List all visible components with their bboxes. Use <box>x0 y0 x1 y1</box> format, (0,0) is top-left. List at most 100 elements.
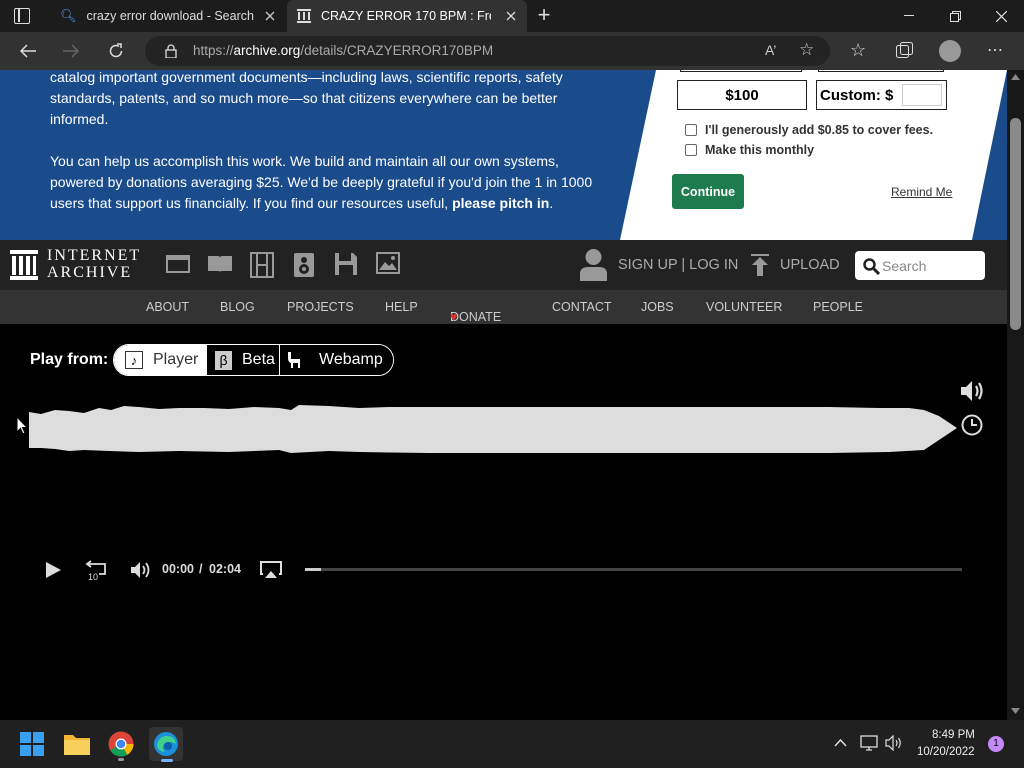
address-toolbar: https://archive.org/details/CRAZYERROR17… <box>0 32 1024 70</box>
nav-blog[interactable]: BLOG <box>220 300 255 314</box>
windows-taskbar: 8:49 PM 10/20/2022 1 <box>0 720 1024 768</box>
tab-title: crazy error download - Search <box>86 9 254 23</box>
start-windows-icon[interactable] <box>16 728 48 760</box>
nav-about[interactable]: ABOUT <box>146 300 189 314</box>
browser-tab-bar: 🔍︎ crazy error download - Search CRAZY E… <box>0 0 1024 32</box>
continue-button[interactable]: Continue <box>672 174 744 209</box>
texts-icon[interactable] <box>207 252 233 276</box>
custom-amount-input[interactable] <box>902 84 942 106</box>
nav-contact[interactable]: CONTACT <box>552 300 612 314</box>
images-icon[interactable] <box>376 252 400 274</box>
close-window-button[interactable] <box>978 0 1024 32</box>
current-time: 00:00 <box>162 562 194 576</box>
scrollbar-thumb[interactable] <box>1010 118 1021 330</box>
tab-actions-icon[interactable] <box>14 8 30 24</box>
progress-handle[interactable] <box>305 568 321 571</box>
more-menu-icon[interactable]: ⋯ <box>987 40 1004 60</box>
user-icon[interactable] <box>580 248 607 281</box>
scroll-up-icon[interactable] <box>1011 74 1020 80</box>
logo-text: INTERNET <box>47 247 142 264</box>
upload-link[interactable]: UPLOAD <box>780 257 840 273</box>
airplay-icon[interactable] <box>260 561 282 579</box>
clock-time[interactable]: 8:49 PM <box>932 729 975 741</box>
banner-text: powered by donations averaging $25. We'd… <box>50 174 593 190</box>
minimize-button[interactable] <box>886 0 932 32</box>
svg-text:10: 10 <box>88 572 98 581</box>
restore-button[interactable] <box>932 0 978 32</box>
nav-jobs[interactable]: JOBS <box>641 300 674 314</box>
search-icon: 🔍︎ <box>60 8 77 23</box>
nav-people[interactable]: PEOPLE <box>813 300 863 314</box>
search-icon <box>863 258 880 275</box>
nav-volunteer[interactable]: VOLUNTEER <box>706 300 782 314</box>
mouse-cursor-icon <box>16 416 28 435</box>
banner-text: informed. <box>50 111 109 127</box>
llama-icon <box>288 352 300 368</box>
clock-date[interactable]: 10/20/2022 <box>917 746 975 758</box>
collections-icon[interactable] <box>896 42 913 59</box>
chevron-up-icon[interactable] <box>834 739 847 747</box>
heart-icon: ♥ <box>450 310 458 324</box>
volume-icon[interactable] <box>960 380 986 402</box>
audio-speaker-icon[interactable] <box>293 252 315 278</box>
mute-toggle-icon[interactable] <box>130 561 152 579</box>
archive-favicon-icon <box>297 9 311 23</box>
page-scrollbar[interactable] <box>1007 70 1024 720</box>
software-floppy-icon[interactable] <box>334 252 358 276</box>
scroll-down-icon[interactable] <box>1011 708 1020 714</box>
amount-100-button[interactable]: $100 <box>677 80 807 110</box>
speaker-icon[interactable] <box>885 735 903 751</box>
logo-text: ARCHIVE <box>47 264 133 281</box>
edge-icon[interactable] <box>149 727 183 762</box>
ia-logo[interactable]: INTERNET ARCHIVE <box>10 247 145 283</box>
play-from-label: Play from: <box>30 351 109 368</box>
film-icon[interactable] <box>250 252 274 278</box>
cover-fees-checkbox[interactable]: I'll generously add $0.85 to cover fees. <box>685 123 933 137</box>
pitch-in-link[interactable]: please pitch in <box>452 195 549 211</box>
music-note-icon: ♪ <box>125 351 143 369</box>
progress-track[interactable] <box>305 568 962 571</box>
ia-search-field[interactable]: Search <box>855 251 985 280</box>
monthly-checkbox[interactable]: Make this monthly <box>685 143 814 157</box>
new-tab-button[interactable]: + <box>534 4 554 28</box>
favorites-icon[interactable]: ☆ <box>850 40 866 61</box>
ia-secondary-nav: ABOUT BLOG PROJECTS HELP DONATE ♥ CONTAC… <box>0 290 1007 324</box>
custom-amount-field[interactable]: Custom: $ <box>816 80 947 110</box>
tab-search[interactable]: 🔍︎ crazy error download - Search <box>50 0 286 32</box>
search-input[interactable]: Search <box>882 258 926 274</box>
mode-beta-button[interactable]: β Beta <box>206 345 279 375</box>
url-bar[interactable]: https://archive.org/details/CRAZYERROR17… <box>145 36 830 66</box>
notification-badge[interactable]: 1 <box>988 736 1004 752</box>
back-button[interactable] <box>13 37 43 65</box>
close-icon[interactable] <box>503 8 519 24</box>
forward-button[interactable] <box>56 37 86 65</box>
add-favorite-icon[interactable]: ☆ <box>799 40 814 60</box>
time-separator: / <box>199 562 203 576</box>
mode-webamp-button[interactable]: Webamp <box>279 345 393 375</box>
read-aloud-icon[interactable]: A’ <box>765 42 776 58</box>
rewind-10-icon[interactable]: 10 <box>85 559 107 581</box>
nav-projects[interactable]: PROJECTS <box>287 300 354 314</box>
network-icon[interactable] <box>860 735 878 751</box>
history-clock-icon[interactable] <box>961 414 983 436</box>
close-icon[interactable] <box>262 8 278 24</box>
waveform-image[interactable] <box>29 404 959 456</box>
file-explorer-icon[interactable] <box>61 728 93 760</box>
remind-me-link[interactable]: Remind Me <box>891 185 952 199</box>
play-icon[interactable] <box>45 561 62 579</box>
profile-avatar-icon[interactable] <box>939 40 961 62</box>
player-mode-switcher: ♪ Player β Beta Webamp <box>113 344 394 376</box>
banner-text: catalog important government documents—i… <box>50 70 563 85</box>
tab-archive[interactable]: CRAZY ERROR 170 BPM : Free Do <box>287 0 527 32</box>
archive-building-icon <box>10 250 38 280</box>
audio-player-area: Play from: ♪ Player β Beta Webamp 10 00:… <box>0 324 1007 720</box>
refresh-button[interactable] <box>101 37 131 65</box>
tab-title: CRAZY ERROR 170 BPM : Free Do <box>321 9 491 23</box>
banner-text: You can help us accomplish this work. We… <box>50 153 559 169</box>
video-icon[interactable] <box>166 252 190 276</box>
upload-icon[interactable] <box>751 254 769 276</box>
nav-help[interactable]: HELP <box>385 300 418 314</box>
signup-login-link[interactable]: SIGN UP | LOG IN <box>618 257 738 273</box>
mode-player-button[interactable]: ♪ Player <box>114 345 206 375</box>
chrome-icon[interactable] <box>105 728 137 761</box>
